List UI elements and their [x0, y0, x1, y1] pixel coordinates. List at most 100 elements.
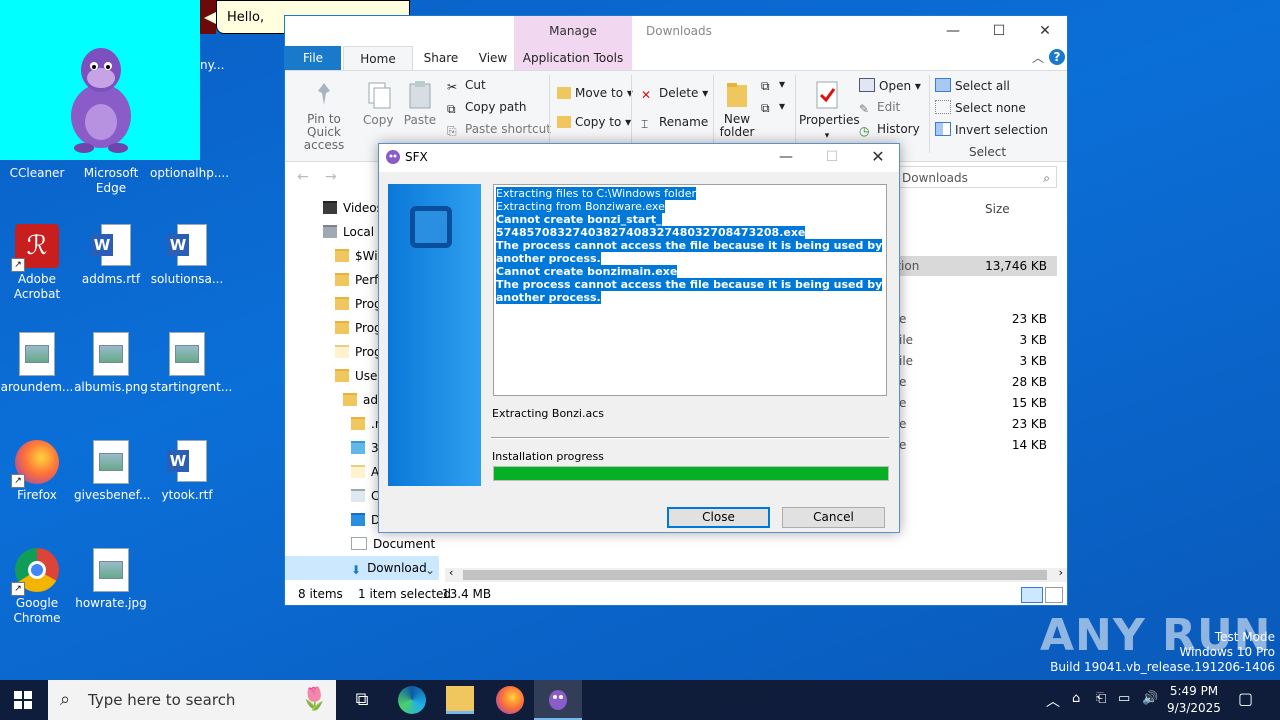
windows-start-icon[interactable]	[14, 691, 32, 709]
table-row[interactable]: e 28 KB	[885, 375, 1057, 395]
extraction-log[interactable]: Extracting files to C:\Windows folder Ext…	[493, 184, 887, 396]
large-icons-view-icon[interactable]	[1045, 587, 1063, 603]
rename-button[interactable]: ⌶ Rename	[641, 115, 708, 131]
tab-application-tools[interactable]: Application Tools	[514, 46, 632, 70]
nav-item-documents[interactable]: Document	[351, 532, 435, 556]
back-arrow-icon[interactable]: ←	[297, 169, 309, 185]
table-row[interactable]: ile 3 KB	[885, 333, 1057, 353]
paste-shortcut-button[interactable]: ⎘ Paste shortcut	[447, 122, 551, 138]
copy-to-button[interactable]: Copy to ▾	[557, 115, 631, 129]
desktop-icon-ytook-rtf[interactable]: W ytook.rtf	[150, 440, 224, 503]
clock[interactable]: 5:49 PM 9/3/2025	[1166, 683, 1222, 717]
usb-device-icon[interactable]: ⎗	[1096, 691, 1106, 706]
edge-taskbar-icon[interactable]	[398, 686, 426, 714]
table-row[interactable]: ile 3 KB	[885, 354, 1057, 374]
minimize-button[interactable]: —	[930, 16, 976, 46]
horizontal-scrollbar[interactable]: ‹ ›	[445, 566, 1067, 582]
sfx-titlebar[interactable]: SFX — ☐ ✕	[379, 144, 899, 172]
tab-home[interactable]: Home	[343, 46, 413, 71]
copy-button[interactable]: Copy	[363, 79, 393, 127]
close-button[interactable]: ✕	[1022, 16, 1068, 46]
easy-access-button[interactable]: ⧉ ▾	[761, 99, 785, 115]
new-item-button[interactable]: ⧉ ▾	[761, 77, 785, 93]
desktop-icon-google-chrome[interactable]: ↗ Google Chrome	[0, 548, 74, 626]
desktop-icon-edge[interactable]: Microsoft Edge	[74, 166, 148, 196]
nav-item-folder[interactable]: Prog	[335, 316, 382, 340]
open-button[interactable]: Open ▾	[859, 78, 921, 93]
move-to-button[interactable]: Move to ▾	[557, 86, 633, 100]
table-row[interactable]: e 15 KB	[885, 396, 1057, 416]
copy-path-button[interactable]: ⧉ Copy path	[447, 100, 527, 116]
maximize-button[interactable]: ☐	[809, 142, 855, 172]
desktop-icon-howrate-jpg[interactable]: howrate.jpg	[74, 548, 148, 611]
network-icon[interactable]: ⌂	[1072, 691, 1080, 706]
nav-item-folder[interactable]: Prog	[335, 292, 382, 316]
file-explorer-taskbar-icon[interactable]	[446, 686, 474, 714]
tab-view[interactable]: View	[471, 46, 515, 70]
close-dialog-button[interactable]: Close	[667, 507, 770, 528]
action-center-icon[interactable]: ▢	[1238, 689, 1253, 708]
forward-arrow-icon[interactable]: →	[325, 169, 337, 185]
desktop-icon-adobe-acrobat[interactable]: ℛ ↗ Adobe Acrobat	[0, 224, 74, 302]
desktop-icon-addms-rtf[interactable]: W addms.rtf	[74, 224, 148, 287]
select-none-button[interactable]: Select none	[935, 100, 1026, 115]
open-label: Open	[879, 79, 912, 93]
desktop-icon-solutionsa[interactable]: W solutionsa...	[150, 224, 224, 287]
scrollbar-thumb[interactable]	[463, 570, 1047, 580]
properties-button[interactable]: Properties ▾	[799, 79, 860, 141]
cancel-button[interactable]: Cancel	[782, 507, 885, 528]
nav-item-folder[interactable]: Prog	[335, 340, 382, 364]
desktop-icon-startingrent[interactable]: startingrent...	[150, 332, 232, 395]
desktop-icon-ccleaner[interactable]: CCleaner	[0, 166, 74, 181]
close-button[interactable]: ✕	[855, 142, 901, 172]
minimize-button[interactable]: —	[763, 142, 809, 172]
desktop-icon-optionalhp[interactable]: optionalhp....	[150, 166, 229, 181]
bonzi-window[interactable]	[0, 0, 200, 160]
delete-button[interactable]: ✕ Delete ▾	[641, 86, 708, 102]
show-hidden-icons-icon[interactable]: ︿	[1046, 691, 1060, 711]
nav-scroll-down-icon[interactable]: ⌄	[425, 558, 435, 582]
table-row[interactable]: e 23 KB	[885, 417, 1057, 437]
edit-button[interactable]: ✎ Edit	[859, 100, 900, 116]
display-icon[interactable]: ▭	[1118, 691, 1130, 706]
task-view-icon[interactable]: ⧉	[348, 686, 376, 714]
nav-item-folder[interactable]: A	[351, 460, 379, 484]
help-icon[interactable]: ?	[1049, 49, 1065, 65]
collapse-ribbon-icon[interactable]: ︿	[1030, 46, 1046, 70]
desktop-icon-givesbenef[interactable]: givesbenef...	[74, 440, 150, 503]
nav-item-downloads[interactable]: ⬇ Download	[285, 556, 439, 580]
desktop-icon-aroundem[interactable]: aroundem...	[0, 332, 74, 395]
taskbar-search-box[interactable]: ⌕ Type here to search 🌷	[48, 680, 336, 720]
maximize-button[interactable]: ☐	[976, 16, 1022, 46]
tab-file[interactable]: File	[285, 46, 341, 70]
bonzi-character-icon[interactable]	[56, 36, 146, 156]
cut-button[interactable]: ✂ Cut	[447, 78, 486, 94]
sfx-dialog[interactable]: SFX — ☐ ✕ Extracting files to C:\Windows…	[378, 143, 900, 533]
new-folder-button[interactable]: New folder	[717, 79, 757, 139]
bonzi-taskbar-button[interactable]	[534, 680, 582, 720]
row-size: 15 KB	[1011, 396, 1047, 410]
invert-selection-button[interactable]: Invert selection	[935, 122, 1048, 137]
nav-item-desktop[interactable]: D	[351, 508, 380, 532]
table-row[interactable]: e 23 KB	[885, 312, 1057, 332]
nav-item-contacts[interactable]: C	[351, 484, 379, 508]
manage-context-tab[interactable]: Manage	[514, 16, 632, 46]
explorer-titlebar[interactable]: Manage Downloads — ☐ ✕	[285, 16, 1067, 46]
history-button[interactable]: ◷ History	[859, 122, 920, 138]
scroll-left-icon[interactable]: ‹	[449, 566, 453, 579]
firefox-taskbar-icon[interactable]	[496, 686, 524, 714]
pin-to-quick-access-button[interactable]: Pin to Quick access	[291, 79, 357, 152]
details-view-icon[interactable]	[1021, 587, 1043, 603]
table-row-selected[interactable]: ation 13,746 KB	[885, 256, 1057, 276]
tab-share[interactable]: Share	[411, 46, 471, 70]
paste-button[interactable]: Paste	[403, 79, 437, 127]
table-row[interactable]: e 14 KB	[885, 438, 1057, 458]
desktop-icon-firefox[interactable]: ↗ Firefox	[0, 440, 74, 503]
scroll-right-icon[interactable]: ›	[1059, 566, 1063, 579]
nav-item-videos[interactable]: Videos	[323, 196, 383, 220]
volume-icon[interactable]: 🔊	[1142, 691, 1158, 706]
desktop-icon-albumis-png[interactable]: albumis.png	[74, 332, 148, 395]
column-size-header[interactable]: Size	[985, 202, 1010, 216]
select-all-button[interactable]: Select all	[935, 78, 1010, 93]
search-input[interactable]: Downloads ⌕	[897, 166, 1057, 188]
